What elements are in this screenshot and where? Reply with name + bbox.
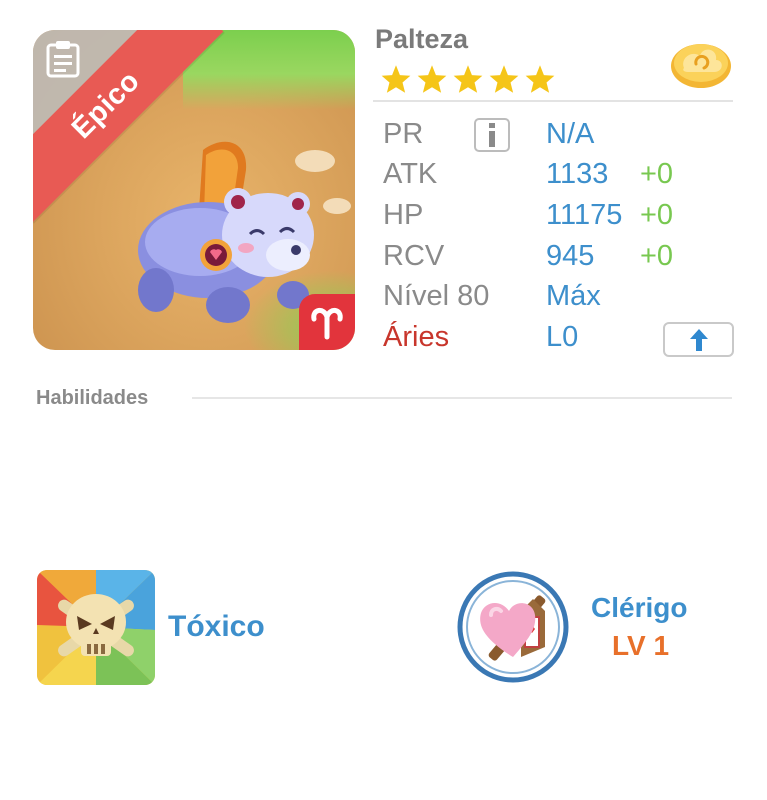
stat-label-hp: HP bbox=[383, 199, 424, 231]
info-icon bbox=[489, 123, 495, 147]
section-divider bbox=[192, 397, 732, 399]
heart-staff-icon[interactable] bbox=[457, 571, 569, 688]
stat-value-rcv: 945 bbox=[546, 240, 595, 272]
star-rating bbox=[380, 64, 556, 94]
skills-section-title: Habilidades bbox=[36, 387, 149, 409]
monster-name: Palteza bbox=[375, 24, 469, 54]
stat-label-atk: ATK bbox=[383, 158, 438, 190]
stat-value-atk: 1133 bbox=[546, 158, 609, 190]
star-icon bbox=[525, 65, 555, 93]
stat-label-zodiac: Áries bbox=[383, 321, 450, 353]
stat-value-level: Máx bbox=[546, 280, 601, 312]
stat-value-zodiac: L0 bbox=[546, 321, 579, 353]
header-divider bbox=[373, 100, 733, 102]
star-icon bbox=[489, 65, 519, 93]
stat-label-level: Nível 80 bbox=[383, 280, 490, 312]
bear-creature-image bbox=[138, 141, 314, 323]
cloud-coin-icon[interactable] bbox=[668, 36, 734, 97]
clipboard-icon[interactable] bbox=[45, 40, 81, 83]
star-icon bbox=[453, 65, 483, 93]
arrow-up-icon bbox=[689, 328, 708, 351]
aries-icon bbox=[311, 308, 343, 340]
upgrade-button[interactable] bbox=[663, 322, 734, 357]
ability-name[interactable]: Tóxico bbox=[168, 610, 265, 644]
star-icon bbox=[381, 65, 411, 93]
star-icon bbox=[417, 65, 447, 93]
class-level: LV 1 bbox=[612, 630, 670, 661]
stat-label-rcv: RCV bbox=[383, 240, 445, 272]
stat-bonus-atk: +0 bbox=[640, 158, 674, 190]
stat-label-pr: PR bbox=[383, 118, 424, 150]
class-name[interactable]: Clérigo bbox=[591, 592, 687, 624]
skull-icon[interactable] bbox=[37, 570, 155, 685]
stat-bonus-hp: +0 bbox=[640, 199, 674, 231]
stat-value-pr: N/A bbox=[546, 118, 595, 150]
monster-portrait[interactable]: Épico bbox=[33, 30, 355, 350]
stat-bonus-rcv: +0 bbox=[640, 240, 674, 272]
zodiac-badge bbox=[299, 294, 355, 350]
info-button[interactable] bbox=[474, 118, 510, 152]
stat-value-hp: 11175 bbox=[546, 199, 623, 231]
